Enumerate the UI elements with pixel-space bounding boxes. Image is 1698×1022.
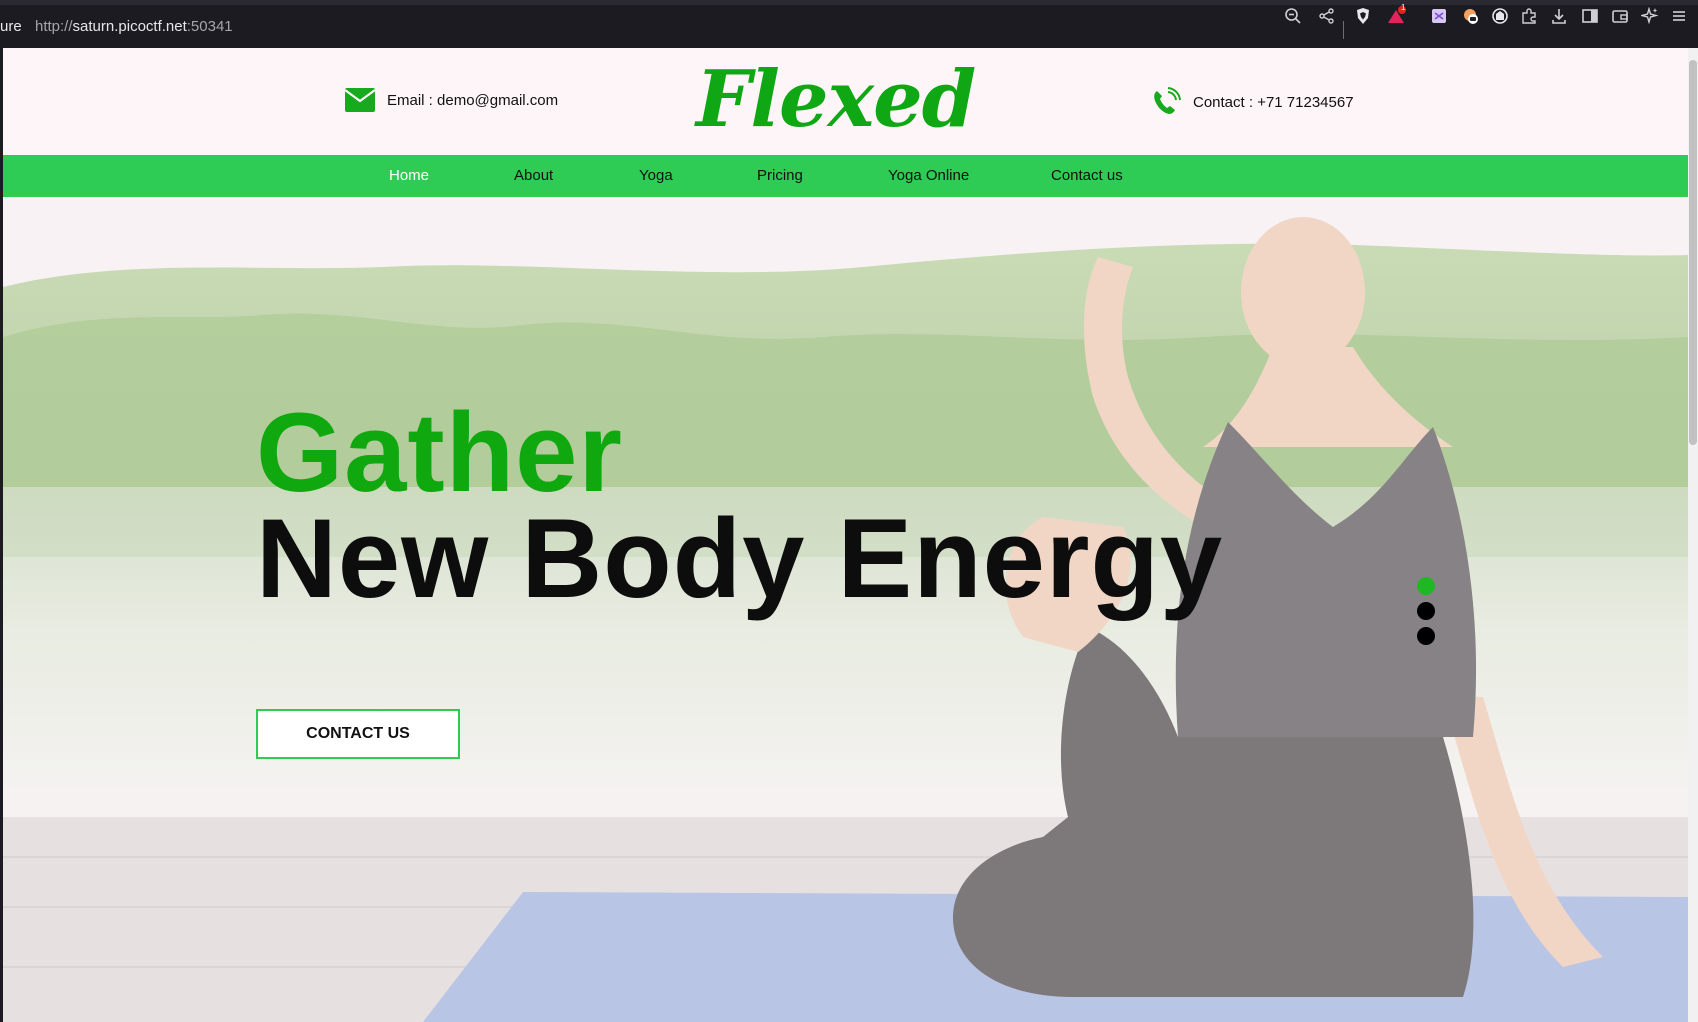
- nav-contact-us[interactable]: Contact us: [1051, 167, 1123, 184]
- phone-icon: [1154, 87, 1181, 114]
- url-host: saturn.picoctf.net: [72, 18, 187, 35]
- email-info: Email : demo@gmail.com: [345, 88, 558, 112]
- envelope-icon: [345, 88, 375, 112]
- contact-text: Contact : +71 71234567: [1193, 93, 1354, 111]
- page-viewport: Email : demo@gmail.com Flexed Contact : …: [3, 48, 1688, 1022]
- share-icon[interactable]: [1316, 5, 1338, 27]
- url-scheme: http://: [35, 18, 73, 35]
- hero-title-line2: New Body Energy: [256, 496, 1224, 621]
- leo-icon[interactable]: [1639, 5, 1661, 27]
- download-icon[interactable]: [1548, 5, 1570, 27]
- browser-toolbar: ure http://saturn.picoctf.net:50341 1: [0, 0, 1698, 48]
- email-text: Email : demo@gmail.com: [387, 91, 559, 109]
- contact-info: Contact : +71 71234567: [1151, 87, 1354, 117]
- site-header: Email : demo@gmail.com Flexed Contact : …: [3, 48, 1688, 155]
- nav-about[interactable]: About: [514, 167, 553, 184]
- brave-rewards-icon[interactable]: 1: [1386, 3, 1408, 27]
- url-port: :50341: [186, 18, 233, 35]
- wallet-icon[interactable]: [1609, 5, 1631, 27]
- zoom-out-icon[interactable]: [1282, 5, 1304, 27]
- slider-dot-2[interactable]: [1417, 602, 1435, 620]
- toolbar-separator: [1343, 21, 1344, 39]
- hero-section: Gather New Body Energy CONTACT US: [3, 197, 1688, 1022]
- main-nav: Home About Yoga Pricing Yoga Online Cont…: [3, 155, 1688, 197]
- sidebar-icon[interactable]: [1579, 5, 1601, 27]
- nav-pricing[interactable]: Pricing: [757, 167, 803, 184]
- brave-shield-icon[interactable]: [1352, 5, 1374, 27]
- address-bar[interactable]: http://saturn.picoctf.net:50341: [35, 18, 233, 35]
- puzzle-icon[interactable]: [1518, 5, 1540, 27]
- extension-icon[interactable]: [1489, 5, 1511, 27]
- nav-home[interactable]: Home: [389, 167, 429, 184]
- slider-dot-3[interactable]: [1417, 627, 1435, 645]
- contact-us-button[interactable]: CONTACT US: [256, 709, 460, 759]
- site-logo[interactable]: Flexed: [696, 54, 976, 145]
- rewards-badge: 1: [1401, 3, 1406, 12]
- menu-icon[interactable]: [1668, 5, 1690, 27]
- extension-icon[interactable]: [1460, 5, 1482, 27]
- url-fragment: ure: [0, 18, 22, 35]
- nav-yoga[interactable]: Yoga: [639, 167, 673, 184]
- scrollbar-thumb[interactable]: [1689, 60, 1697, 445]
- nav-yoga-online[interactable]: Yoga Online: [888, 167, 969, 184]
- slider-dot-1[interactable]: [1417, 577, 1435, 595]
- extension-icon[interactable]: [1428, 5, 1450, 27]
- hero-title-line1: Gather: [256, 390, 623, 515]
